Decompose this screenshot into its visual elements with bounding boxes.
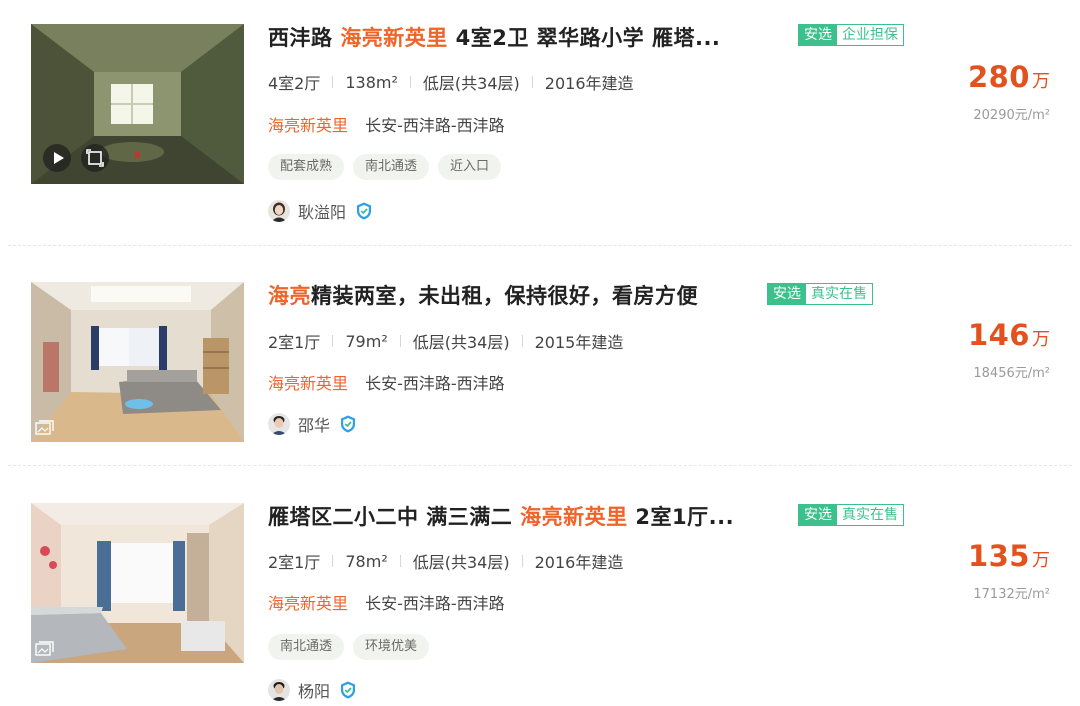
listing-card[interactable]: 雁塔区二小二中 满三满二 海亮新英里 2室1厅... 安选 真实在售 2室1厅 … xyxy=(0,466,1080,706)
badge-type: 企业担保 xyxy=(837,25,903,45)
shield-check-icon xyxy=(357,202,372,220)
agent-name: 邵华 xyxy=(298,416,331,435)
price-unit: 万 xyxy=(1032,550,1050,571)
tag: 环境优美 xyxy=(353,634,430,660)
badge-label: 安选 xyxy=(799,505,837,525)
divider xyxy=(521,555,523,567)
badge-label: 安选 xyxy=(799,25,837,45)
title-highlight: 海亮 xyxy=(268,284,311,308)
title-text: 西沣路 xyxy=(268,26,341,50)
district-link[interactable]: 长安-西沣路-西沣路 xyxy=(365,374,505,393)
layout: 4室2厅 xyxy=(268,74,321,93)
layout: 2室1厅 xyxy=(268,553,321,572)
tag: 南北通透 xyxy=(268,634,345,660)
avatar xyxy=(268,200,290,222)
divider xyxy=(409,76,411,88)
gallery-icon xyxy=(35,641,54,656)
guarantee-badge: 安选 真实在售 xyxy=(798,504,904,526)
tag: 配套成熟 xyxy=(268,154,345,180)
shield-check-icon xyxy=(341,681,356,699)
price-value: 146 xyxy=(967,318,1030,352)
badge-type: 真实在售 xyxy=(806,284,872,304)
agent-name: 杨阳 xyxy=(298,682,331,701)
guarantee-badge: 安选 真实在售 xyxy=(767,283,873,305)
unit-price: 17132元/m² xyxy=(973,587,1050,602)
divider xyxy=(521,335,523,347)
agent-name: 耿溢阳 xyxy=(298,203,347,222)
divider xyxy=(332,76,334,88)
play-icon xyxy=(54,152,64,164)
district-link[interactable]: 长安-西沣路-西沣路 xyxy=(365,116,505,135)
listing-photo[interactable] xyxy=(31,503,244,663)
agent[interactable]: 邵华 xyxy=(268,412,358,436)
house-info: 2室1厅 78m² 低层(共34层) 2016年建造 xyxy=(268,549,623,573)
total-price: 280 万 xyxy=(968,60,1050,94)
title-highlight: 海亮新英里 xyxy=(340,26,448,50)
title-text: 4室2卫 翠华路小学 雁塔... xyxy=(447,26,721,50)
title-text: 精装两室，未出租，保持很好，看房方便 xyxy=(311,284,698,308)
divider xyxy=(332,335,334,347)
listing-title[interactable]: 海亮精装两室，未出租，保持很好，看房方便 xyxy=(268,280,698,310)
badge-label: 安选 xyxy=(768,284,806,304)
divider xyxy=(399,335,401,347)
location: 海亮新英里 长安-西沣路-西沣路 xyxy=(268,370,505,394)
area: 78m² xyxy=(345,551,388,571)
area: 79m² xyxy=(345,331,388,351)
tag: 南北通透 xyxy=(353,154,430,180)
price-unit: 万 xyxy=(1032,71,1050,92)
avatar xyxy=(268,413,290,435)
agent[interactable]: 耿溢阳 xyxy=(268,199,374,223)
build-year: 2016年建造 xyxy=(544,74,634,93)
gallery-icon xyxy=(35,420,54,435)
agent[interactable]: 杨阳 xyxy=(268,678,358,702)
floor: 低层(共34层) xyxy=(412,333,510,352)
listing-photo[interactable] xyxy=(31,282,244,442)
tag: 近入口 xyxy=(438,154,502,180)
location: 海亮新英里 长安-西沣路-西沣路 xyxy=(268,590,505,614)
guarantee-badge: 安选 企业担保 xyxy=(798,24,904,46)
price-value: 280 xyxy=(967,60,1030,94)
listing-photo[interactable] xyxy=(31,24,244,184)
build-year: 2015年建造 xyxy=(534,333,624,352)
unit-price: 20290元/m² xyxy=(973,108,1050,123)
title-text: 雁塔区二小二中 满三满二 xyxy=(268,505,521,529)
listing-card[interactable]: 西沣路 海亮新英里 4室2卫 翠华路小学 雁塔... 安选 企业担保 4室2厅 … xyxy=(0,0,1080,246)
community-link[interactable]: 海亮新英里 xyxy=(268,116,348,135)
community-link[interactable]: 海亮新英里 xyxy=(268,374,348,393)
vr-view-icon xyxy=(86,149,104,167)
total-price: 146 万 xyxy=(968,318,1050,352)
living-room-photo xyxy=(31,282,244,442)
price-value: 135 xyxy=(967,539,1030,573)
play-video-button[interactable] xyxy=(43,144,71,172)
floor: 低层(共34层) xyxy=(422,74,520,93)
shield-check-icon xyxy=(341,415,356,433)
listing-title[interactable]: 西沣路 海亮新英里 4室2卫 翠华路小学 雁塔... xyxy=(268,22,720,52)
build-year: 2016年建造 xyxy=(534,553,624,572)
feature-tags: 配套成熟 南北通透 近入口 xyxy=(268,154,502,180)
vr-view-button[interactable] xyxy=(81,144,109,172)
district-link[interactable]: 长安-西沣路-西沣路 xyxy=(365,594,505,613)
unit-price: 18456元/m² xyxy=(973,366,1050,381)
title-highlight: 海亮新英里 xyxy=(520,505,628,529)
floor: 低层(共34层) xyxy=(412,553,510,572)
avatar xyxy=(268,679,290,701)
total-price: 135 万 xyxy=(968,539,1050,573)
price-unit: 万 xyxy=(1032,329,1050,350)
listing-title[interactable]: 雁塔区二小二中 满三满二 海亮新英里 2室1厅... xyxy=(268,501,734,531)
area: 138m² xyxy=(345,72,398,92)
community-link[interactable]: 海亮新英里 xyxy=(268,594,348,613)
divider xyxy=(531,76,533,88)
listing-card[interactable]: 海亮精装两室，未出租，保持很好，看房方便 安选 真实在售 2室1厅 79m² 低… xyxy=(0,246,1080,466)
divider xyxy=(399,555,401,567)
bedroom-photo xyxy=(31,503,244,663)
layout: 2室1厅 xyxy=(268,333,321,352)
house-info: 4室2厅 138m² 低层(共34层) 2016年建造 xyxy=(268,70,634,94)
badge-type: 真实在售 xyxy=(837,505,903,525)
divider xyxy=(332,555,334,567)
location: 海亮新英里 长安-西沣路-西沣路 xyxy=(268,112,505,136)
feature-tags: 南北通透 环境优美 xyxy=(268,634,430,660)
title-text: 2室1厅... xyxy=(627,505,735,529)
house-info: 2室1厅 79m² 低层(共34层) 2015年建造 xyxy=(268,329,623,353)
